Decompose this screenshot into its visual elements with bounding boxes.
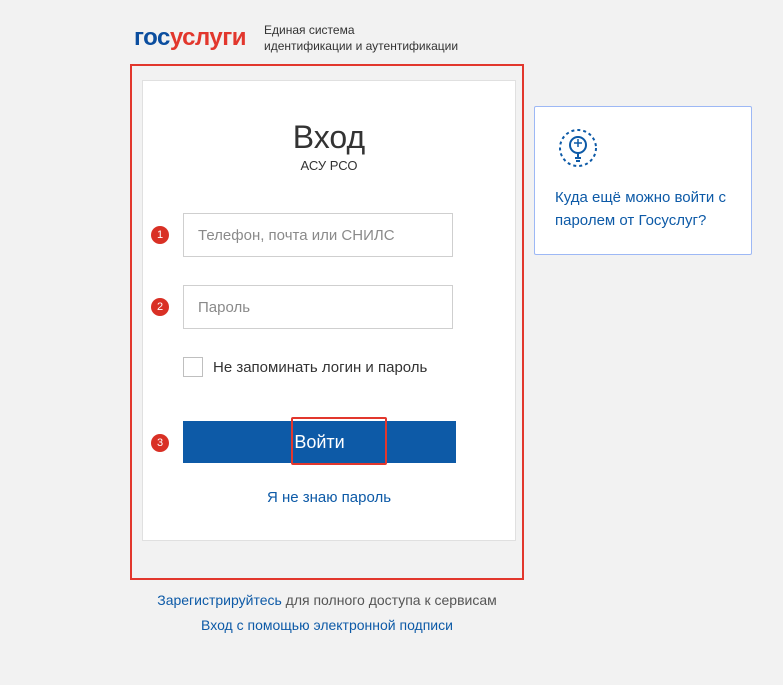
bottom-links: Зарегистрируйтесь для полного доступа к …: [130, 588, 524, 638]
register-text: для полного доступа к сервисам: [282, 592, 497, 608]
login-input[interactable]: [183, 213, 453, 257]
login-title: Вход: [173, 119, 485, 156]
login-field-row: 1: [173, 213, 485, 257]
register-link[interactable]: Зарегистрируйтесь: [157, 592, 282, 608]
logo-part-gos: гос: [134, 24, 170, 51]
logo: госуслуги: [134, 24, 246, 52]
side-info-link[interactable]: Куда ещё можно войти с паролем от Госусл…: [555, 187, 731, 232]
submit-row: 3 Войти: [173, 421, 485, 463]
password-input[interactable]: [183, 285, 453, 329]
tagline-line2: идентификации и аутентификации: [264, 38, 458, 54]
logo-part-uslugi: услуги: [170, 24, 246, 51]
tagline: Единая система идентификации и аутентифи…: [264, 22, 458, 54]
lightbulb-icon: [555, 125, 601, 171]
side-info-card: Куда ещё можно войти с паролем от Госусл…: [534, 106, 752, 255]
login-button[interactable]: Войти: [183, 421, 456, 463]
login-card: Вход АСУ РСО 1 2 Не запоминать логин и п…: [142, 80, 516, 541]
login-subtitle: АСУ РСО: [173, 158, 485, 173]
password-field-row: 2: [173, 285, 485, 329]
header: госуслуги Единая система идентификации и…: [0, 0, 783, 54]
remember-row: Не запоминать логин и пароль: [183, 357, 485, 377]
remember-checkbox[interactable]: [183, 357, 203, 377]
esign-login-link[interactable]: Вход с помощью электронной подписи: [201, 617, 453, 633]
annotation-highlight-frame: Вход АСУ РСО 1 2 Не запоминать логин и п…: [130, 64, 524, 580]
step-badge-1: 1: [151, 226, 169, 244]
forgot-password-link[interactable]: Я не знаю пароль: [173, 489, 485, 506]
register-line: Зарегистрируйтесь для полного доступа к …: [130, 588, 524, 613]
tagline-line1: Единая система: [264, 22, 458, 38]
step-badge-3: 3: [151, 434, 169, 452]
remember-label: Не запоминать логин и пароль: [213, 359, 427, 376]
step-badge-2: 2: [151, 298, 169, 316]
